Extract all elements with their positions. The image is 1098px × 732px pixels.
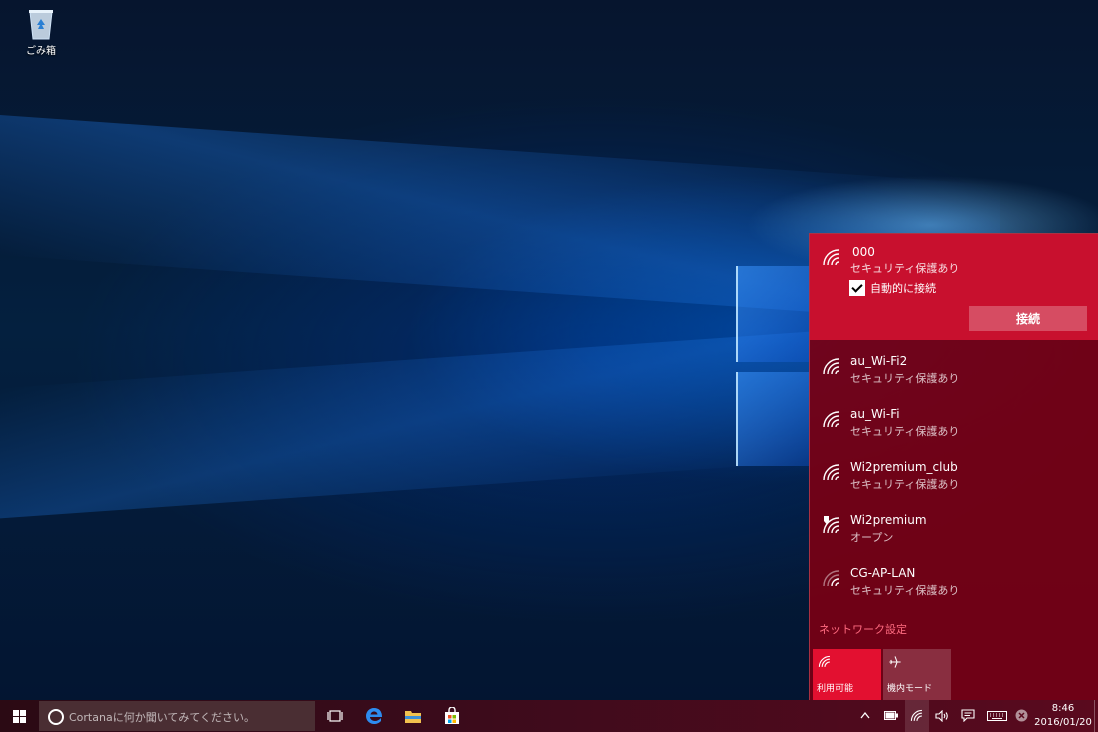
network-item[interactable]: Wi2premium オープン xyxy=(810,503,1098,556)
auto-connect-checkbox[interactable] xyxy=(849,280,865,296)
network-status: オープン xyxy=(850,531,894,544)
desktop-icon-recycle-bin[interactable]: ごみ箱 xyxy=(18,6,64,57)
windows-logo-icon xyxy=(13,710,26,723)
network-name: CG-AP-LAN xyxy=(850,566,916,580)
chevron-up-icon xyxy=(860,712,870,719)
battery-button[interactable] xyxy=(879,700,903,732)
notification-close-button[interactable] xyxy=(1010,700,1034,732)
wifi-weak-icon xyxy=(822,569,842,589)
edge-button[interactable] xyxy=(354,700,394,732)
network-item[interactable]: Wi2premium_club セキュリティ保護あり xyxy=(810,450,1098,503)
show-hidden-icons-button[interactable] xyxy=(853,700,877,732)
wifi-icon xyxy=(822,248,842,268)
wallpaper-window-pane-top xyxy=(736,266,810,362)
cortana-search-box[interactable]: Cortanaに何か聞いてみてください。 xyxy=(39,701,315,731)
quick-action-label: 機内モード xyxy=(887,684,933,694)
network-status: セキュリティ保護あり xyxy=(850,372,960,385)
cortana-icon xyxy=(48,709,64,725)
taskbar: Cortanaに何か聞いてみてください。 8:46 2016/01/20 xyxy=(0,700,1098,732)
clock-time: 8:46 xyxy=(1051,703,1075,714)
search-placeholder: Cortanaに何か聞いてみてください。 xyxy=(69,711,256,724)
connect-button[interactable]: 接続 xyxy=(969,306,1087,331)
wifi-open-warning-icon xyxy=(822,516,842,536)
volume-icon xyxy=(935,710,948,722)
network-settings-link[interactable]: ネットワーク設定 xyxy=(819,621,907,637)
network-status: セキュリティ保護あり xyxy=(850,584,960,597)
network-item[interactable]: CG-AP-LAN セキュリティ保護あり xyxy=(810,556,1098,609)
keyboard-icon xyxy=(987,711,1007,721)
edge-icon xyxy=(366,708,382,724)
clock-date: 2016/01/20 xyxy=(1034,717,1092,728)
quick-action-wifi[interactable]: 利用可能 xyxy=(813,649,881,700)
airplane-icon xyxy=(888,654,902,668)
network-name: Wi2premium xyxy=(850,513,927,527)
desktop-icon-label: ごみ箱 xyxy=(26,46,56,57)
recycle-bin-icon xyxy=(26,6,56,40)
battery-icon xyxy=(884,711,898,720)
action-center-button[interactable] xyxy=(956,700,980,732)
store-icon xyxy=(445,707,459,724)
quick-action-airplane-mode[interactable]: 機内モード xyxy=(883,649,951,700)
network-name: au_Wi-Fi2 xyxy=(850,354,908,368)
task-view-button[interactable] xyxy=(314,700,354,732)
network-item-selected[interactable]: 000 セキュリティ保護あり 自動的に接続 接続 xyxy=(810,234,1098,340)
network-status: セキュリティ保護あり xyxy=(850,425,960,438)
quick-action-label: 利用可能 xyxy=(817,684,854,694)
wifi-icon xyxy=(910,709,922,721)
wifi-icon xyxy=(822,357,842,377)
wifi-icon xyxy=(818,654,832,668)
file-explorer-icon xyxy=(405,711,421,723)
close-circle-icon xyxy=(1015,709,1028,722)
start-button[interactable] xyxy=(0,700,38,732)
network-item[interactable]: au_Wi-Fi2 セキュリティ保護あり xyxy=(810,344,1098,397)
network-item[interactable]: au_Wi-Fi セキュリティ保護あり xyxy=(810,397,1098,450)
show-desktop-button[interactable] xyxy=(1094,700,1098,732)
network-status: セキュリティ保護あり xyxy=(850,478,960,491)
network-name: 000 xyxy=(852,245,875,259)
wallpaper-beam-lower xyxy=(0,331,810,519)
auto-connect-label: 自動的に接続 xyxy=(870,282,936,295)
volume-button[interactable] xyxy=(930,700,954,732)
touch-keyboard-button[interactable] xyxy=(984,700,1010,732)
action-center-icon xyxy=(961,709,975,722)
network-status: セキュリティ保護あり xyxy=(850,262,960,275)
taskbar-clock[interactable]: 8:46 2016/01/20 xyxy=(1032,702,1094,730)
network-name: au_Wi-Fi xyxy=(850,407,900,421)
network-flyout: 000 セキュリティ保護あり 自動的に接続 接続 au_Wi-Fi2 セキュリテ… xyxy=(809,233,1098,701)
network-name: Wi2premium_club xyxy=(850,460,958,474)
wallpaper-window-pane-bottom xyxy=(736,372,810,466)
wifi-icon xyxy=(822,463,842,483)
file-explorer-button[interactable] xyxy=(393,700,433,732)
network-tray-button[interactable] xyxy=(905,700,929,732)
task-view-icon xyxy=(327,710,343,722)
wifi-icon xyxy=(822,410,842,430)
store-button[interactable] xyxy=(432,700,472,732)
